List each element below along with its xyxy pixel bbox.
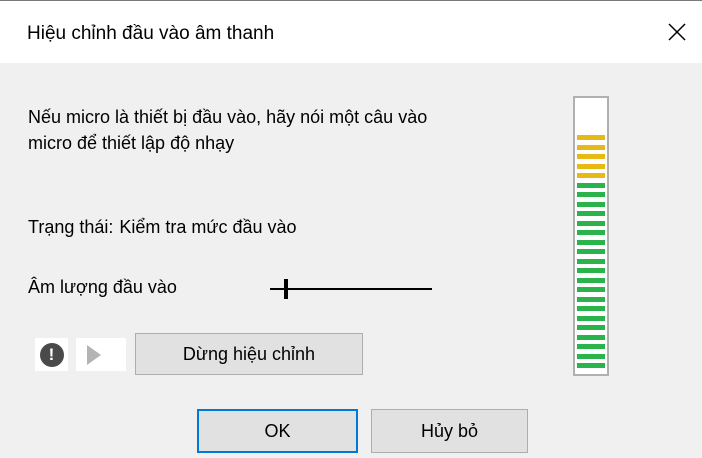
meter-segment [577,230,605,235]
meter-segment [577,259,605,264]
meter-segment [577,278,605,283]
input-level-meter [573,96,609,376]
meter-segment [577,363,605,368]
slider-track [270,288,432,290]
play-icon [87,344,101,365]
meter-segment [577,354,605,359]
meter-segment [577,335,605,340]
meter-segment [577,202,605,207]
close-icon [668,23,686,41]
input-volume-slider[interactable] [270,277,432,301]
meter-segment [577,145,605,150]
calibration-dialog: Hiệu chỉnh đầu vào âm thanh Nếu micro là… [0,0,702,458]
meter-segment [577,211,605,216]
input-volume-label: Âm lượng đầu vào [28,277,177,297]
status-label: Trạng thái: [28,217,114,237]
status-line: Trạng thái: Kiểm tra mức đầu vào [28,217,297,238]
status-value: Kiểm tra mức đầu vào [119,217,297,237]
cancel-button[interactable]: Hủy bỏ [371,409,528,453]
meter-segment [577,316,605,321]
meter-segment [577,183,605,188]
meter-segment [577,240,605,245]
meter-segment [577,164,605,169]
meter-segment [577,135,605,140]
meter-segment [577,287,605,292]
stop-calibration-button[interactable]: Dừng hiệu chỉnh [135,333,363,375]
meter-segment [577,268,605,273]
slider-thumb[interactable] [284,279,288,299]
warning-icon: ! [39,342,64,367]
meter-segment [577,325,605,330]
meter-segment [577,306,605,311]
ok-button[interactable]: OK [197,409,358,453]
meter-segment [577,173,605,178]
play-button[interactable] [76,338,126,371]
window-title: Hiệu chỉnh đầu vào âm thanh [27,23,275,44]
meter-segment [577,297,605,302]
meter-segment [577,249,605,254]
close-button[interactable] [652,1,702,63]
meter-segment [577,221,605,226]
meter-segment [577,344,605,349]
warning-button[interactable]: ! [35,338,68,371]
meter-segment [577,192,605,197]
title-bar: Hiệu chỉnh đầu vào âm thanh [0,1,702,63]
meter-segment [577,154,605,159]
instruction-text: Nếu micro là thiết bị đầu vào, hãy nói m… [28,107,428,153]
